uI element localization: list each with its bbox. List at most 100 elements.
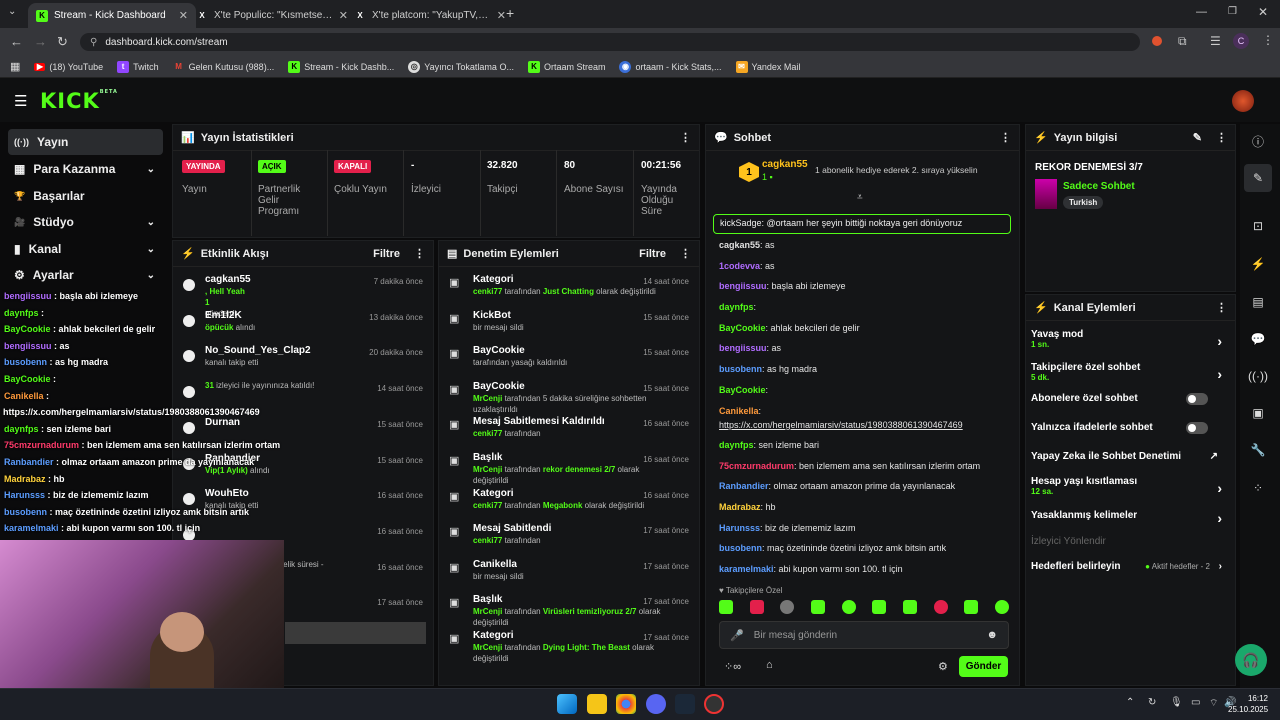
site-info-icon[interactable]: ⚲ (90, 37, 97, 48)
chat-message[interactable]: bengiissuu: başla abi izlemeye (719, 280, 1009, 292)
list-item[interactable]: ▣ Başlık MrCenji tarafından Virüsleri temi… (439, 593, 699, 629)
chat-message[interactable]: busobenn: as hg madra (719, 363, 1009, 375)
chat-username[interactable]: daynfps (719, 440, 754, 450)
event-user[interactable]: cagkan55 (205, 273, 251, 286)
list-item[interactable]: ▣ Başlık MrCenji tarafından rekor denemesi… (439, 451, 699, 487)
chat-message[interactable]: Ranbandier: olmaz ortaam amazon prime da… (719, 480, 1009, 492)
mod-user[interactable]: MrCenji (473, 643, 502, 652)
emoji-icon[interactable]: ☻ (986, 629, 998, 641)
emote-icon[interactable] (964, 600, 979, 614)
chat-username[interactable]: karamelmaki (719, 564, 774, 574)
broadcast-icon[interactable]: ((·)) (1244, 362, 1272, 390)
top-gifter-name[interactable]: cagkan55 (762, 159, 808, 170)
list-item[interactable]: No_Sound_Yes_Clap2 kanalı takip etti 20 da… (173, 344, 433, 380)
nav-ayarlar[interactable]: ⚙ Ayarlar ⌄ (8, 262, 163, 288)
chat-username[interactable]: BayCookie (719, 385, 766, 395)
emote-icon[interactable] (933, 600, 948, 614)
support-headset-icon[interactable]: 🎧 (1235, 644, 1267, 676)
clock[interactable]: 16:12 25.10.2025 (1228, 693, 1268, 715)
toggle-switch[interactable] (1186, 422, 1208, 434)
event-user[interactable]: No_Sound_Yes_Clap2 (205, 344, 311, 357)
list-item[interactable]: ▣ BayCookie tarafından yasağı kaldırıldı 15… (439, 344, 699, 380)
bookmark-youtube[interactable]: ▶ (18) YouTube (34, 62, 103, 72)
hamburger-menu-icon[interactable]: ☰ (14, 92, 27, 110)
list-item[interactable]: ▣ Kategori cenki77 tarafından Just Chattin… (439, 273, 699, 309)
menu-kebab-icon[interactable]: ⋮ (1262, 33, 1274, 47)
chat-username[interactable]: BayCookie (719, 323, 766, 333)
store-icon[interactable]: ⌂ (766, 659, 773, 671)
chat-settings-icon[interactable]: ⚙ (938, 660, 948, 673)
bookmark-gmail[interactable]: M Gelen Kutusu (988)... (173, 61, 274, 73)
edit-icon[interactable]: ✎ (1244, 164, 1272, 192)
chat-username[interactable]: bengiissuu (719, 281, 767, 291)
tray-display-icon[interactable]: ▭ (1191, 697, 1200, 708)
chat-message[interactable]: https://x.com/hergelmamiarsiv/status/198… (719, 419, 1009, 431)
nav-studyo[interactable]: 🎥 Stüdyo ⌄ (8, 209, 163, 235)
nav-para-kazanma[interactable]: ▦ Para Kazanma ⌄ (8, 156, 163, 182)
kebab-icon[interactable]: ⋮ (1216, 301, 1227, 314)
points-icon[interactable]: ⁘ (1244, 474, 1272, 502)
collapse-icon[interactable]: ⩡ (857, 192, 863, 203)
bookmark-kick-stream[interactable]: K Stream - Kick Dashb... (288, 60, 394, 73)
chat-message[interactable]: Canikella: (719, 405, 1009, 417)
bolt-icon[interactable]: ⚡ (1244, 250, 1272, 278)
emote-icon[interactable] (719, 600, 733, 614)
chat-username[interactable]: Harunsss (719, 523, 760, 533)
file-explorer-icon[interactable] (587, 694, 607, 714)
chat-message[interactable]: 1codevva: as (719, 260, 1009, 272)
nav-basarilar[interactable]: 🏆 Başarılar (8, 183, 163, 209)
edit-pencil-icon[interactable]: ✎ (1193, 131, 1202, 144)
emote-icon[interactable] (994, 600, 1009, 614)
filter-button[interactable]: Filtre (373, 248, 400, 260)
close-icon[interactable]: ✕ (497, 9, 506, 22)
chat-message[interactable]: 75cmzurnadurum: ben izlemem ama sen katı… (719, 460, 1009, 472)
nav-yayin[interactable]: ((·)) Yayın (8, 129, 163, 155)
channel-action-row[interactable]: Hesap yaşı kısıtlaması 12 sa. › (1031, 476, 1226, 496)
send-button[interactable]: Gönder (959, 656, 1008, 677)
apps-grid-icon[interactable]: ▦ (10, 60, 20, 73)
chat-username[interactable]: Ranbandier (719, 481, 769, 491)
kebab-icon[interactable]: ⋮ (1000, 131, 1011, 144)
list-item[interactable]: ▣ KickBot bir mesajı sildi 15 saat önce (439, 309, 699, 345)
chat-input-box[interactable]: 🎤 Bir mesaj gönderin ☻ (719, 621, 1009, 649)
event-user[interactable]: Em1l2K (205, 309, 255, 322)
chat-message[interactable]: bengiissuu: as (719, 342, 1009, 354)
chat-username[interactable]: Madrabaz (719, 502, 761, 512)
mic-icon[interactable]: 🎤 (730, 629, 744, 642)
chat-username[interactable]: 1codevva (719, 261, 760, 271)
channel-action-row[interactable]: Yalnızca ifadelerle sohbet (1031, 422, 1226, 434)
kebab-icon[interactable]: ⋮ (414, 247, 425, 260)
channel-action-row[interactable]: Yapay Zeka ile Sohbet Denetimi ↗ (1031, 451, 1226, 462)
printer-icon[interactable]: ▣ (1244, 399, 1272, 427)
chat-message[interactable]: cagkan55: as (719, 239, 1009, 251)
channel-points-icon[interactable]: ⁘∞ (724, 660, 741, 673)
profile-avatar[interactable]: C (1233, 33, 1249, 49)
tray-mic-icon[interactable]: 🎙 (1170, 697, 1183, 708)
chat-message[interactable]: BayCookie: ahlak bekcileri de gelir (719, 322, 1009, 334)
pinned-message[interactable]: kickSadge: @ortaam her şeyin bittiği nok… (713, 214, 1011, 234)
channel-action-row[interactable]: Takipçilere özel sohbet 5 dk. › (1031, 362, 1226, 382)
app-icon[interactable] (704, 694, 724, 714)
chat-icon[interactable]: 💬 (1244, 325, 1272, 353)
bookmark-twitch[interactable]: t Twitch (117, 60, 159, 73)
list-item[interactable]: cagkan55, Hell Yeah 1 gönderdi 7 dakika önc… (173, 273, 433, 318)
steam-icon[interactable] (675, 694, 695, 714)
tab-x-platcom[interactable]: X X'te platcom: "YakupTV, 120 bi... ✕ (346, 3, 514, 28)
channel-action-row[interactable]: Yavaş mod 1 sn. › (1031, 329, 1226, 349)
mod-user[interactable]: MrCenji (473, 465, 502, 474)
list-item[interactable]: ▣ Kategori cenki77 tarafından Megabonk ola… (439, 487, 699, 523)
channel-action-row[interactable]: Abonelere özel sohbet (1031, 393, 1226, 405)
list-item[interactable]: ▣ Kategori MrCenji tarafından Dying Light:… (439, 629, 699, 665)
chat-message[interactable]: karamelmaki: abi kupon varmı son 100. tl… (719, 563, 1009, 575)
emote-icon[interactable] (749, 600, 764, 614)
new-tab-button[interactable]: + (506, 5, 514, 21)
gift-sub-prompt[interactable]: 1 abonelik hediye ederek 2. sıraya yükse… (815, 165, 1015, 175)
list-item[interactable]: ▣ Canikella bir mesajı sildi 17 saat önce (439, 558, 699, 594)
emote-icon[interactable] (810, 600, 825, 614)
mod-user[interactable]: MrCenji (473, 607, 502, 616)
document-icon[interactable]: ▤ (1244, 288, 1272, 316)
user-avatar[interactable] (1232, 90, 1254, 112)
mod-user[interactable]: MrCenji (473, 394, 502, 403)
tab-search-icon[interactable]: ⌄ (8, 6, 16, 17)
mod-user[interactable]: cenki77 (473, 287, 502, 296)
